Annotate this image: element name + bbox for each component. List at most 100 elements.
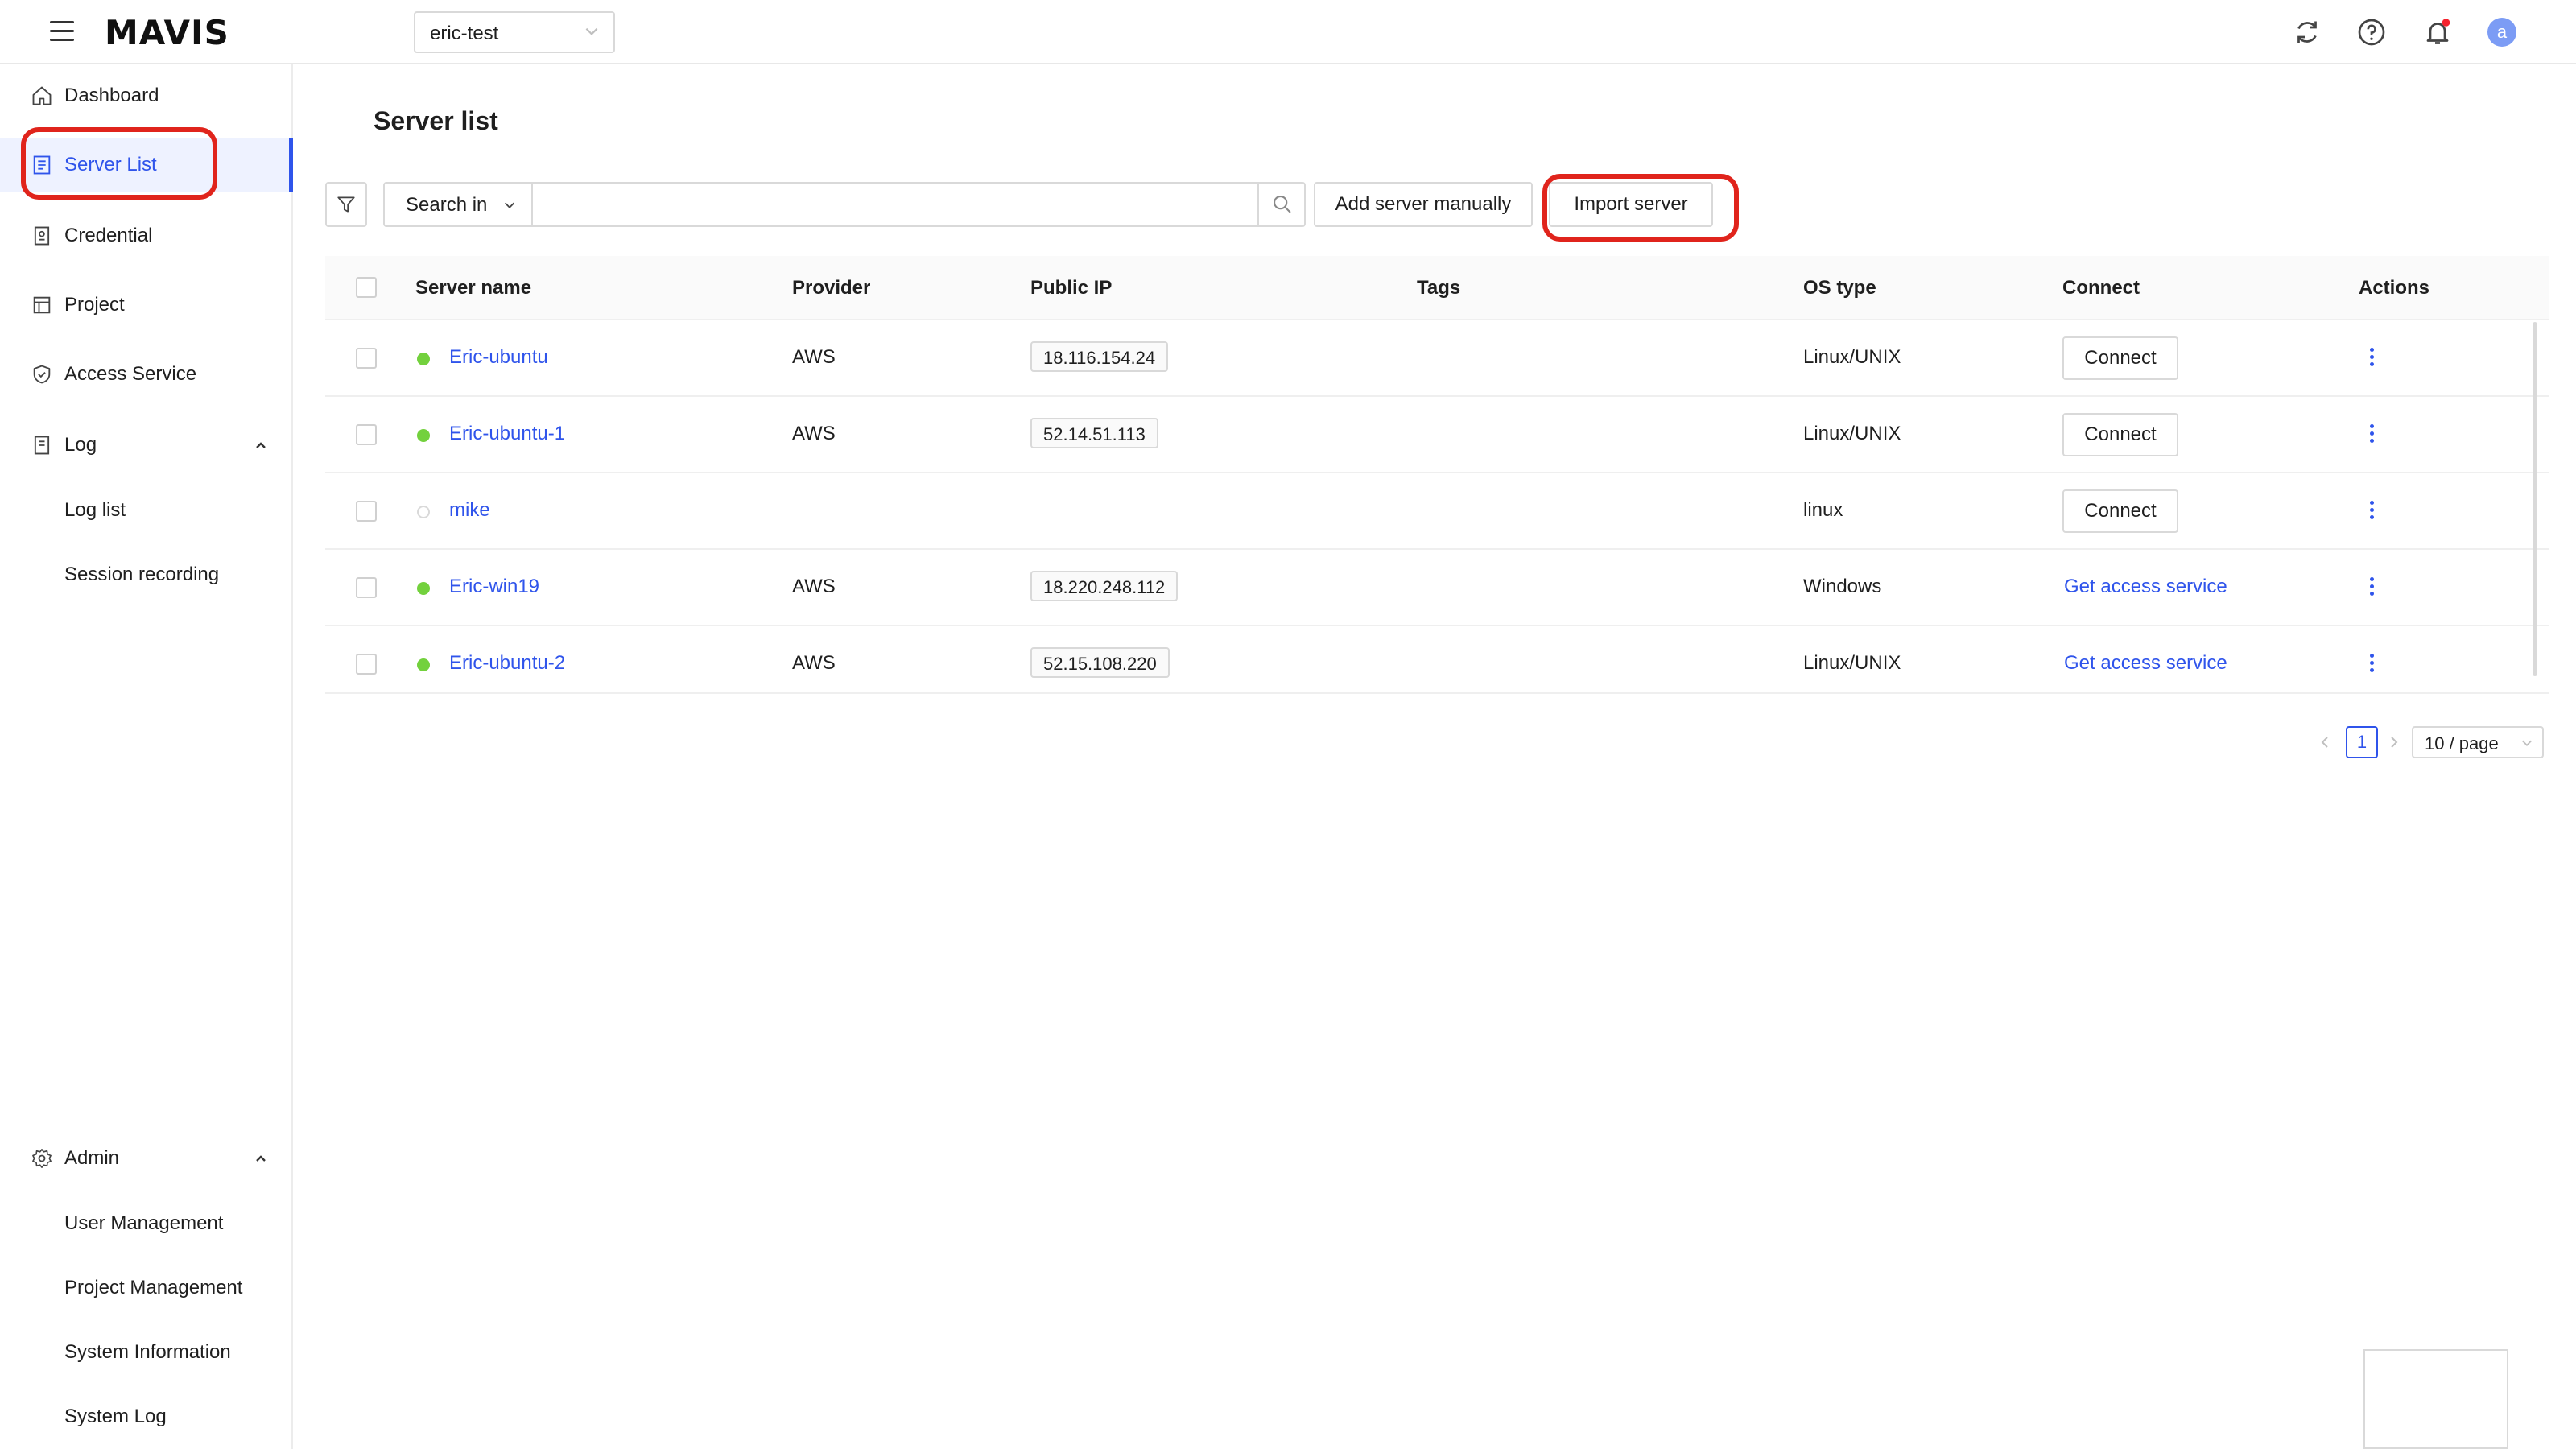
- sidebar-item-label: Dashboard: [64, 85, 159, 106]
- get-access-service-link[interactable]: Get access service: [2064, 576, 2227, 598]
- main-content: Server list Search in Add server manuall…: [295, 64, 2576, 1449]
- page-size-value: 10 / page: [2425, 733, 2499, 753]
- connect-button[interactable]: Connect: [2062, 413, 2178, 456]
- row-checkbox[interactable]: [356, 577, 377, 598]
- server-name-link[interactable]: Eric-win19: [449, 576, 539, 598]
- server-name-link[interactable]: Eric-ubuntu-2: [449, 652, 565, 675]
- search-in-label: Search in: [406, 194, 488, 216]
- filter-button[interactable]: [325, 182, 367, 227]
- app-logo[interactable]: MAVIS: [105, 13, 229, 52]
- row-checkbox[interactable]: [356, 501, 377, 522]
- sidebar-item-label: Project: [64, 294, 125, 316]
- sidebar-item-server-list[interactable]: Server List: [0, 138, 293, 192]
- page-size-select[interactable]: 10 / page: [2412, 726, 2544, 758]
- sidebar-item-label: Project Management: [64, 1277, 243, 1298]
- connect-button[interactable]: Connect: [2062, 489, 2178, 533]
- table-scrollbar[interactable]: [2533, 322, 2537, 676]
- row-checkbox[interactable]: [356, 348, 377, 369]
- sidebar-item-project-management[interactable]: Project Management: [0, 1264, 293, 1312]
- os-type-cell: Linux/UNIX: [1803, 346, 1901, 368]
- menu-icon[interactable]: [50, 21, 74, 43]
- provider-cell: AWS: [792, 423, 836, 444]
- column-header-provider[interactable]: Provider: [792, 277, 870, 299]
- prev-page-icon[interactable]: [2317, 734, 2333, 750]
- status-online-dot: [417, 429, 430, 442]
- sidebar-item-dashboard[interactable]: Dashboard: [0, 69, 293, 122]
- chevron-down-icon: [585, 27, 598, 35]
- notification-dot: [2442, 19, 2450, 27]
- more-actions-icon[interactable]: [2362, 421, 2381, 450]
- sidebar-item-label: Log list: [64, 499, 126, 521]
- sidebar-item-label: Admin: [64, 1147, 120, 1169]
- os-type-cell: Linux/UNIX: [1803, 652, 1901, 674]
- bell-icon[interactable]: [2423, 18, 2452, 47]
- server-name-link[interactable]: mike: [449, 499, 490, 522]
- search-button[interactable]: [1257, 184, 1304, 225]
- column-header-connect: Connect: [2062, 277, 2140, 299]
- sidebar-item-access-service[interactable]: Access Service: [0, 348, 293, 401]
- search-icon: [1274, 196, 1291, 213]
- column-header-public-ip[interactable]: Public IP: [1030, 277, 1112, 299]
- status-online-dot: [417, 658, 430, 671]
- home-icon: [32, 86, 52, 105]
- row-checkbox[interactable]: [356, 654, 377, 675]
- row-checkbox[interactable]: [356, 424, 377, 445]
- log-icon: [34, 436, 50, 455]
- page-title: Server list: [374, 106, 498, 135]
- import-server-button[interactable]: Import server: [1549, 182, 1713, 227]
- public-ip-tag: 52.15.108.220: [1030, 647, 1170, 678]
- sidebar-item-label: User Management: [64, 1212, 224, 1234]
- sidebar-item-label: Credential: [64, 225, 153, 246]
- sidebar-item-label: System Information: [64, 1341, 231, 1363]
- provider-cell: AWS: [792, 576, 836, 597]
- search-in-dropdown[interactable]: Search in: [385, 184, 533, 225]
- avatar[interactable]: a: [2487, 18, 2516, 47]
- sidebar-item-session-recording[interactable]: Session recording: [0, 551, 293, 599]
- column-header-server-name[interactable]: Server name: [415, 277, 531, 299]
- page-number-current[interactable]: 1: [2346, 726, 2378, 758]
- gear-icon: [32, 1149, 52, 1168]
- sidebar-item-label: Access Service: [64, 363, 197, 385]
- credential-icon: [34, 226, 50, 246]
- select-all-checkbox[interactable]: [356, 277, 377, 298]
- search-input[interactable]: [535, 184, 1256, 225]
- project-selector[interactable]: eric-test: [414, 11, 615, 53]
- more-actions-icon[interactable]: [2362, 345, 2381, 374]
- status-unknown-dot: [417, 506, 430, 518]
- sidebar-item-credential[interactable]: Credential: [0, 209, 293, 262]
- table-header: Server name Provider Public IP Tags OS t…: [325, 256, 2549, 320]
- sidebar-item-system-log[interactable]: System Log: [0, 1393, 293, 1441]
- more-actions-icon[interactable]: [2362, 497, 2381, 526]
- column-header-os-type[interactable]: OS type: [1803, 277, 1876, 299]
- server-name-link[interactable]: Eric-ubuntu-1: [449, 423, 565, 445]
- sidebar-item-admin[interactable]: Admin: [0, 1132, 293, 1185]
- sidebar-item-project[interactable]: Project: [0, 279, 293, 332]
- sidebar-item-log[interactable]: Log: [0, 419, 293, 472]
- sidebar-item-label: Log: [64, 434, 97, 456]
- refresh-icon[interactable]: [2293, 18, 2322, 47]
- os-type-cell: linux: [1803, 499, 1843, 521]
- chevron-down-icon: [2521, 740, 2533, 746]
- more-actions-icon[interactable]: [2362, 574, 2381, 603]
- sidebar-item-label: System Log: [64, 1406, 167, 1427]
- sidebar-item-system-information[interactable]: System Information: [0, 1328, 293, 1377]
- connect-button[interactable]: Connect: [2062, 336, 2178, 380]
- sidebar-item-log-list[interactable]: Log list: [0, 486, 293, 535]
- search-group: Search in: [383, 182, 1306, 227]
- help-icon[interactable]: [2357, 18, 2386, 47]
- more-actions-icon[interactable]: [2362, 650, 2381, 679]
- public-ip-tag: 52.14.51.113: [1030, 418, 1158, 448]
- project-selector-value: eric-test: [430, 23, 499, 44]
- column-header-tags: Tags: [1417, 277, 1461, 299]
- sidebar-item-label: Session recording: [64, 564, 220, 585]
- status-online-dot: [417, 582, 430, 595]
- chevron-up-icon: [256, 442, 266, 448]
- sidebar-item-user-management[interactable]: User Management: [0, 1199, 293, 1248]
- server-name-link[interactable]: Eric-ubuntu: [449, 346, 548, 369]
- project-icon: [33, 296, 51, 314]
- next-page-icon[interactable]: [2386, 734, 2402, 750]
- filter-icon: [337, 196, 355, 213]
- get-access-service-link[interactable]: Get access service: [2064, 652, 2227, 675]
- add-server-manually-button[interactable]: Add server manually: [1314, 182, 1533, 227]
- provider-cell: AWS: [792, 652, 836, 674]
